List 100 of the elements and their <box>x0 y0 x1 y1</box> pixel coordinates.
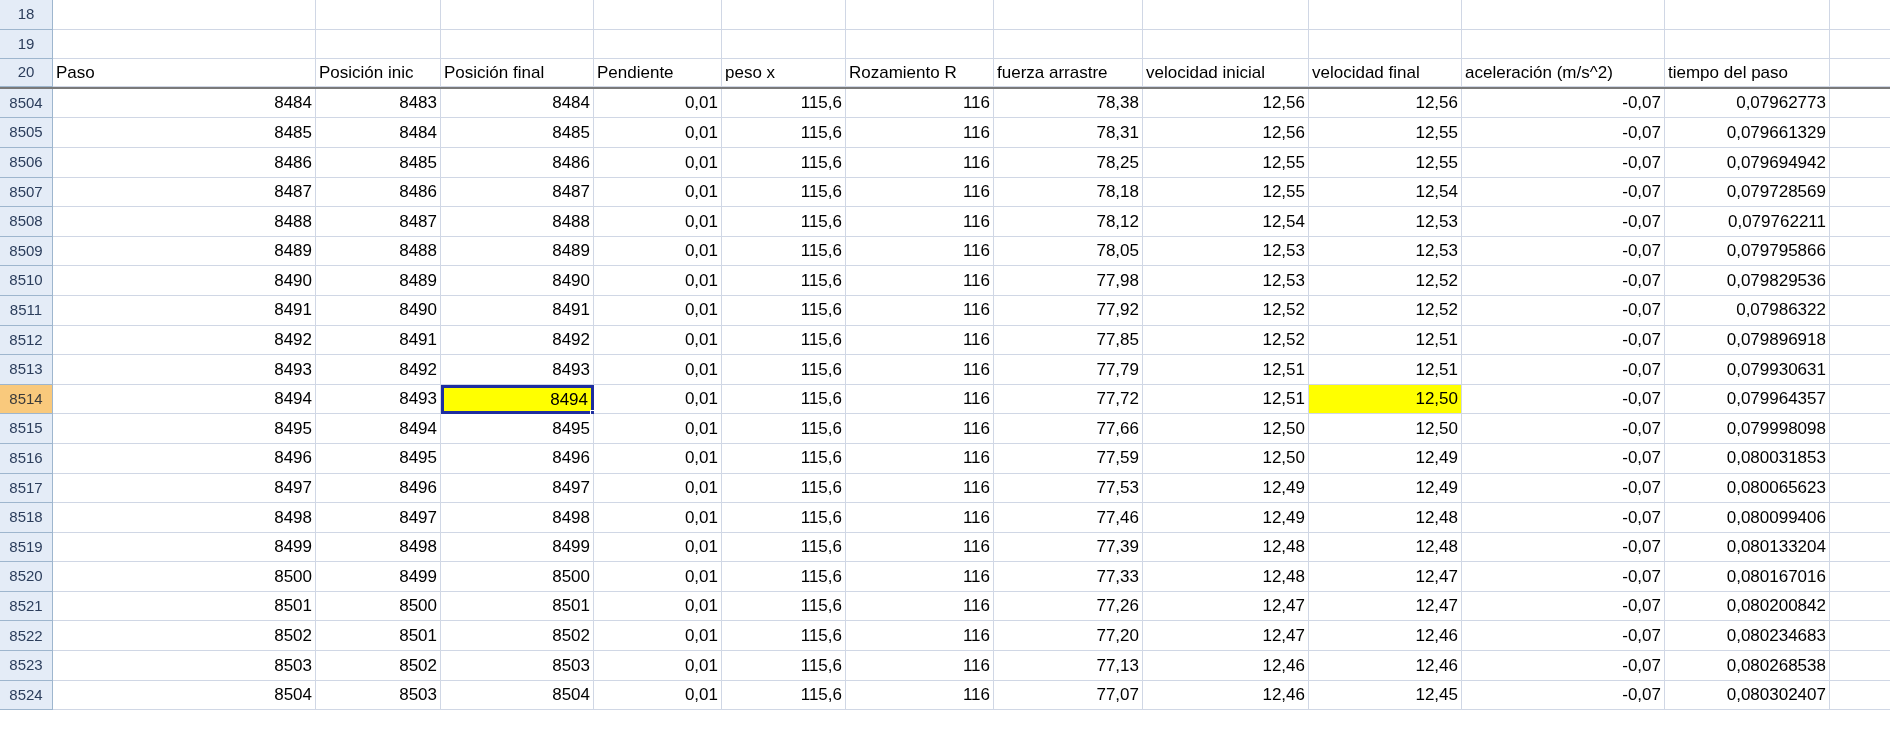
table-cell[interactable]: 12,46 <box>1309 621 1462 652</box>
table-cell[interactable]: 8498 <box>316 532 441 563</box>
column-heading[interactable]: Paso <box>53 59 316 87</box>
table-cell[interactable]: 0,01 <box>594 384 722 415</box>
table-cell[interactable]: 8492 <box>53 325 316 356</box>
table-cell[interactable]: 12,49 <box>1143 473 1309 504</box>
table-cell[interactable]: 115,6 <box>722 473 846 504</box>
table-cell[interactable]: 12,49 <box>1143 503 1309 533</box>
table-cell[interactable]: 12,51 <box>1309 325 1462 356</box>
table-cell[interactable]: 12,46 <box>1309 651 1462 681</box>
table-cell[interactable]: 8490 <box>316 295 441 326</box>
column-heading[interactable]: Pendiente <box>594 59 722 87</box>
table-cell[interactable]: -0,07 <box>1462 325 1665 356</box>
table-cell[interactable]: 116 <box>846 236 994 267</box>
table-cell[interactable]: 8497 <box>53 473 316 504</box>
table-cell[interactable]: 0,080133204 <box>1665 532 1830 563</box>
table-cell[interactable]: 8502 <box>53 621 316 652</box>
row-number[interactable]: 19 <box>0 29 53 60</box>
table-cell[interactable]: 8494 <box>316 414 441 444</box>
table-cell[interactable]: 8493 <box>441 355 594 385</box>
table-cell[interactable]: 12,53 <box>1143 236 1309 267</box>
row-number[interactable]: 20 <box>0 59 53 87</box>
table-cell[interactable]: 0,01 <box>594 503 722 533</box>
row-number[interactable]: 8516 <box>0 443 53 474</box>
table-cell[interactable]: 12,51 <box>1143 384 1309 415</box>
table-cell[interactable]: 8488 <box>316 236 441 267</box>
table-cell[interactable]: 8488 <box>441 207 594 237</box>
column-heading[interactable]: tiempo del paso <box>1665 59 1830 87</box>
table-cell[interactable]: -0,07 <box>1462 651 1665 681</box>
table-cell[interactable]: 0,080099406 <box>1665 503 1830 533</box>
table-cell[interactable]: 12,55 <box>1309 118 1462 148</box>
table-cell[interactable]: -0,07 <box>1462 591 1665 622</box>
table-cell[interactable]: 8504 <box>53 680 316 711</box>
table-cell[interactable]: 0,01 <box>594 266 722 296</box>
table-cell[interactable]: 0,07962773 <box>1665 88 1830 119</box>
table-cell[interactable]: 116 <box>846 325 994 356</box>
table-cell[interactable]: 116 <box>846 443 994 474</box>
column-heading[interactable]: Posición inic <box>316 59 441 87</box>
table-cell[interactable]: 116 <box>846 118 994 148</box>
row-number[interactable]: 8514 <box>0 384 53 415</box>
table-cell[interactable]: 8485 <box>441 118 594 148</box>
table-cell[interactable]: 8491 <box>316 325 441 356</box>
table-cell[interactable]: 0,01 <box>594 295 722 326</box>
table-cell[interactable]: 115,6 <box>722 443 846 474</box>
table-cell[interactable]: -0,07 <box>1462 384 1665 415</box>
table-cell[interactable]: 0,01 <box>594 473 722 504</box>
table-cell[interactable]: -0,07 <box>1462 532 1665 563</box>
table-cell[interactable]: 8501 <box>53 591 316 622</box>
table-cell[interactable]: 8488 <box>53 207 316 237</box>
table-cell[interactable]: 77,26 <box>994 591 1143 622</box>
row-number[interactable]: 8507 <box>0 177 53 208</box>
table-cell[interactable]: 0,01 <box>594 325 722 356</box>
table-cell[interactable]: 78,18 <box>994 177 1143 208</box>
table-cell[interactable]: -0,07 <box>1462 118 1665 148</box>
table-cell[interactable]: 0,01 <box>594 621 722 652</box>
row-number[interactable]: 8519 <box>0 532 53 563</box>
table-cell[interactable]: 8500 <box>441 562 594 592</box>
table-cell[interactable]: 0,01 <box>594 207 722 237</box>
table-cell[interactable]: 115,6 <box>722 384 846 415</box>
table-cell[interactable]: 0,080065623 <box>1665 473 1830 504</box>
table-cell[interactable]: 0,079661329 <box>1665 118 1830 148</box>
table-cell[interactable]: 0,07986322 <box>1665 295 1830 326</box>
table-cell[interactable]: 116 <box>846 88 994 119</box>
table-cell[interactable]: 0,01 <box>594 88 722 119</box>
table-cell[interactable]: 8487 <box>441 177 594 208</box>
table-cell[interactable]: 8484 <box>316 118 441 148</box>
table-cell[interactable]: 77,79 <box>994 355 1143 385</box>
table-cell[interactable]: 8496 <box>441 443 594 474</box>
table-cell[interactable]: 78,38 <box>994 88 1143 119</box>
table-cell[interactable]: 77,13 <box>994 651 1143 681</box>
row-number[interactable]: 8512 <box>0 325 53 356</box>
table-cell[interactable]: 12,55 <box>1143 147 1309 178</box>
table-cell[interactable]: 8491 <box>53 295 316 326</box>
table-cell[interactable]: 77,59 <box>994 443 1143 474</box>
table-cell[interactable]: -0,07 <box>1462 621 1665 652</box>
table-cell[interactable]: 0,080234683 <box>1665 621 1830 652</box>
table-cell[interactable]: 77,53 <box>994 473 1143 504</box>
table-cell[interactable]: 8495 <box>316 443 441 474</box>
table-cell[interactable]: 115,6 <box>722 147 846 178</box>
table-cell[interactable]: 0,080302407 <box>1665 680 1830 711</box>
table-cell[interactable]: 12,47 <box>1309 591 1462 622</box>
table-cell[interactable]: 12,47 <box>1143 621 1309 652</box>
table-cell[interactable]: 0,079964357 <box>1665 384 1830 415</box>
table-cell[interactable]: 0,01 <box>594 591 722 622</box>
table-cell[interactable]: 0,01 <box>594 443 722 474</box>
table-cell[interactable]: 8485 <box>316 147 441 178</box>
table-cell[interactable]: 8486 <box>441 147 594 178</box>
table-cell[interactable]: 8493 <box>316 384 441 415</box>
table-cell[interactable]: 115,6 <box>722 207 846 237</box>
table-cell[interactable]: 12,55 <box>1309 147 1462 178</box>
table-cell[interactable]: 8501 <box>316 621 441 652</box>
table-cell[interactable]: 8489 <box>53 236 316 267</box>
table-cell[interactable]: 8495 <box>441 414 594 444</box>
table-cell[interactable]: 8499 <box>53 532 316 563</box>
table-cell[interactable]: 12,51 <box>1309 355 1462 385</box>
row-number[interactable]: 8515 <box>0 414 53 444</box>
table-cell[interactable]: 12,53 <box>1309 207 1462 237</box>
table-cell[interactable]: 116 <box>846 621 994 652</box>
table-cell[interactable]: -0,07 <box>1462 443 1665 474</box>
table-cell[interactable]: 12,49 <box>1309 473 1462 504</box>
